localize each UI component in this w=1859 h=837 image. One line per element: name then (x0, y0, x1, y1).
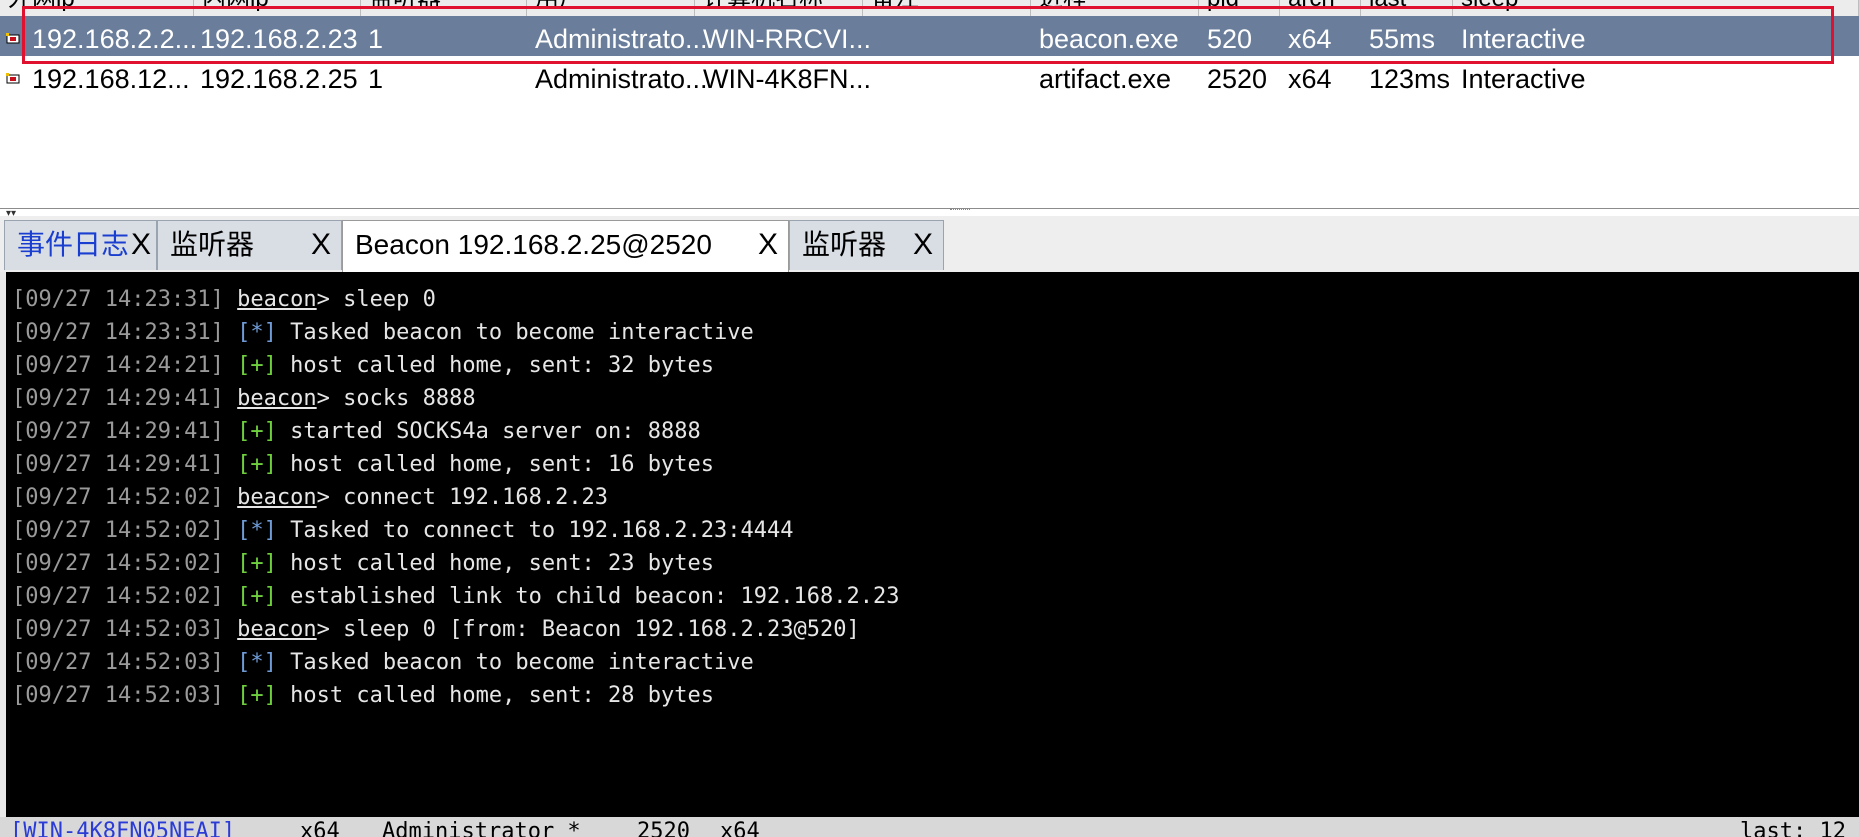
success-marker: [+] (237, 419, 277, 444)
console-timestamp: [09/27 14:29:41] (12, 386, 224, 411)
tab-close-icon[interactable]: X (131, 221, 151, 269)
beacon-session-icon (6, 73, 20, 84)
beacon-console-output[interactable]: [09/27 14:23:31] beacon> sleep 0 [09/27 1… (0, 272, 1859, 817)
console-text: Tasked to connect to 192.168.2.23:4444 (276, 518, 794, 543)
column-header-internal-ip[interactable]: 内网ip (194, 0, 361, 16)
tab-close-icon[interactable]: X (913, 221, 933, 269)
status-bar: [WIN-4K8FN05NEAI] x64 Administrator * 25… (0, 817, 1859, 837)
cell-sleep: Interactive (1461, 64, 1586, 94)
console-text: Tasked beacon to become interactive (276, 320, 754, 345)
tab-listeners[interactable]: 监听器 X (157, 220, 342, 270)
console-timestamp: [09/27 14:23:31] (12, 287, 224, 312)
console-timestamp: [09/27 14:29:41] (12, 419, 224, 444)
console-timestamp: [09/27 14:52:03] (12, 683, 224, 708)
success-marker: [+] (237, 353, 277, 378)
column-header-pid[interactable]: pid (1199, 0, 1280, 16)
console-text: established link to child beacon: 192.16… (276, 584, 900, 609)
table-row[interactable]: 192.168.12... 192.168.2.25 1 Administrat… (0, 56, 1859, 102)
split-pane-resize-grip[interactable] (950, 209, 970, 216)
tab-label: 事件日志 (17, 229, 130, 260)
status-arch: x64 (300, 819, 340, 837)
task-marker: [*] (237, 650, 277, 675)
console-text: host called home, sent: 23 bytes (276, 551, 715, 576)
success-marker: [+] (237, 551, 277, 576)
console-prompt: beacon (237, 617, 317, 642)
status-host: [WIN-4K8FN05NEAI] (10, 819, 236, 837)
success-marker: [+] (237, 683, 277, 708)
console-text: > sleep 0 [from: Beacon 192.168.2.23@520… (316, 617, 860, 642)
tab-beacon-console[interactable]: Beacon 192.168.2.25@2520 X (342, 220, 789, 272)
console-text: > socks 8888 (316, 386, 476, 411)
table-header: 外网ip 内网ip 监听器 用户 计算机名称 备注 进程 pid arch la… (0, 0, 1859, 17)
task-marker: [*] (237, 320, 277, 345)
console-timestamp: [09/27 14:23:31] (12, 320, 224, 345)
cell-external-ip: 192.168.12... (32, 64, 190, 94)
column-header-note[interactable]: 备注 (863, 0, 1031, 16)
status-last: last: 12 (1740, 819, 1846, 837)
console-timestamp: [09/27 14:52:03] (12, 617, 224, 642)
cell-listener: 1 (368, 64, 384, 94)
cell-internal-ip: 192.168.2.25 (200, 64, 358, 94)
console-prompt: beacon (237, 485, 317, 510)
column-header-sleep[interactable]: sleep (1453, 0, 1859, 16)
console-timestamp: [09/27 14:29:41] (12, 452, 224, 477)
console-text: host called home, sent: 32 bytes (276, 353, 715, 378)
console-prompt: beacon (237, 386, 317, 411)
console-text: started SOCKS4a server on: 8888 (276, 419, 701, 444)
column-header-computer[interactable]: 计算机名称 (695, 0, 863, 16)
tab-label: 监听器 (802, 229, 887, 260)
console-text: > sleep 0 (316, 287, 436, 312)
console-timestamp: [09/27 14:24:21] (12, 353, 224, 378)
column-header-user[interactable]: 用户 (527, 0, 695, 16)
tab-bar: 事件日志 X 监听器 X Beacon 192.168.2.25@2520 X … (0, 216, 1859, 273)
console-text: Tasked beacon to become interactive (276, 650, 754, 675)
console-timestamp: [09/27 14:52:02] (12, 584, 224, 609)
column-header-external-ip[interactable]: 外网ip (0, 0, 194, 16)
column-header-listener[interactable]: 监听器 (361, 0, 527, 16)
console-timestamp: [09/27 14:52:02] (12, 518, 224, 543)
tab-close-icon[interactable]: X (758, 221, 778, 269)
cell-arch: x64 (1288, 64, 1332, 94)
tab-label: Beacon 192.168.2.25@2520 (355, 229, 712, 260)
tab-close-icon[interactable]: X (311, 221, 331, 269)
status-pid: 2520 (637, 819, 690, 837)
beacon-session-icon (6, 33, 20, 44)
console-text: host called home, sent: 16 bytes (276, 452, 715, 477)
tab-listeners-2[interactable]: 监听器 X (789, 220, 944, 270)
console-line: [09/27 14:52:03] [+] host called home, s… (12, 676, 714, 715)
tab-event-log[interactable]: 事件日志 X (4, 220, 157, 270)
console-text: > connect 192.168.2.23 (316, 485, 609, 510)
cell-user: Administrato... (535, 64, 708, 94)
cell-last: 123ms (1369, 64, 1451, 94)
beacon-table: 外网ip 内网ip 监听器 用户 计算机名称 备注 进程 pid arch la… (0, 0, 1859, 209)
tab-label: 监听器 (170, 229, 255, 260)
console-text: host called home, sent: 28 bytes (276, 683, 715, 708)
cell-process: artifact.exe (1039, 64, 1172, 94)
console-prompt: beacon (237, 287, 317, 312)
success-marker: [+] (237, 452, 277, 477)
column-header-arch[interactable]: arch (1280, 0, 1361, 16)
console-timestamp: [09/27 14:52:02] (12, 485, 224, 510)
console-timestamp: [09/27 14:52:02] (12, 551, 224, 576)
cell-pid: 2520 (1207, 64, 1268, 94)
success-marker: [+] (237, 584, 277, 609)
status-user: Administrator * (382, 819, 581, 837)
status-arch2: x64 (720, 819, 760, 837)
column-header-last[interactable]: last (1361, 0, 1453, 16)
console-timestamp: [09/27 14:52:03] (12, 650, 224, 675)
column-header-process[interactable]: 进程 (1031, 0, 1199, 16)
cell-computer: WIN-4K8FN... (703, 64, 872, 94)
task-marker: [*] (237, 518, 277, 543)
